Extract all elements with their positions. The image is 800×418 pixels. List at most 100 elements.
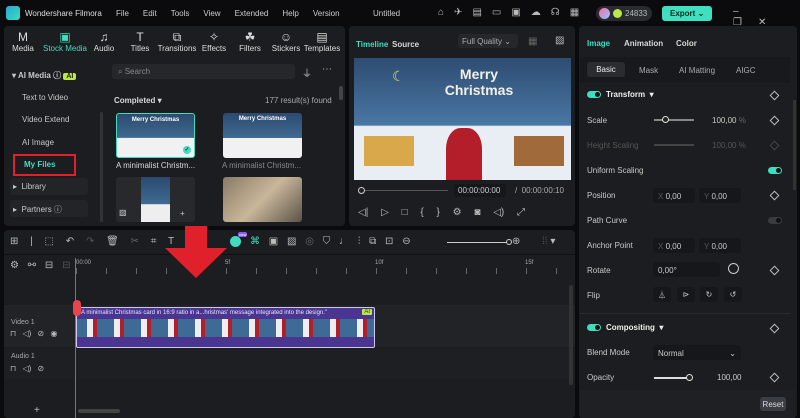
- crop-icon[interactable]: ⌗: [151, 236, 157, 247]
- apps-icon[interactable]: ▦: [570, 7, 589, 18]
- subtab-mask[interactable]: Mask: [639, 66, 658, 75]
- undo-icon[interactable]: ↶: [66, 236, 74, 247]
- position-x-input[interactable]: X 0,00: [653, 188, 695, 203]
- timeline-hscrollbar[interactable]: [78, 409, 120, 413]
- menu-view[interactable]: View: [203, 9, 220, 18]
- cloud-icon[interactable]: ☁: [531, 7, 551, 18]
- filter-icon[interactable]: ⏚: [302, 65, 312, 80]
- tab-animation[interactable]: Animation: [624, 39, 663, 48]
- save-icon[interactable]: ▣: [511, 7, 530, 18]
- camera-icon[interactable]: ◙: [474, 207, 480, 218]
- video-clip[interactable]: A minimalist Christmas card in 16:9 rati…: [76, 307, 375, 348]
- zoom-slider[interactable]: [447, 239, 512, 245]
- cut-icon[interactable]: ✂: [131, 236, 139, 247]
- subtab-aigc[interactable]: AIGC: [736, 66, 756, 75]
- track-settings-icon[interactable]: ⚙: [10, 260, 19, 271]
- tab-filters[interactable]: ☘ Filters: [232, 30, 268, 53]
- mixer-icon[interactable]: ⫶: [358, 236, 361, 247]
- ai-copilot-icon[interactable]: [230, 236, 241, 247]
- tab-templates[interactable]: ▤ Templates: [303, 30, 341, 53]
- blend-mode-dropdown[interactable]: Normal ⌄: [653, 345, 741, 360]
- grid-icon[interactable]: ▦: [528, 36, 537, 47]
- preview-canvas[interactable]: Merry Christmas ☾: [354, 58, 571, 180]
- headset-icon[interactable]: ☊: [551, 7, 570, 18]
- select-icon[interactable]: ⬚: [45, 236, 54, 247]
- sidebar-item-text-to-video[interactable]: Text to Video: [22, 93, 68, 102]
- prev-frame-icon[interactable]: ◁|: [358, 207, 368, 218]
- menu-edit[interactable]: Edit: [143, 9, 157, 18]
- opacity-value[interactable]: 100,00: [717, 373, 741, 382]
- add-track-icon[interactable]: +: [34, 405, 40, 416]
- sidebar-item-ai-image[interactable]: AI Image: [22, 138, 54, 147]
- zoom-in-icon[interactable]: ⊕: [512, 236, 520, 247]
- ai-clip-icon[interactable]: ⌘: [250, 236, 260, 247]
- sidebar-ai-media[interactable]: ▾ AI Media ⓘ AI: [12, 70, 77, 81]
- monitor-icon[interactable]: ▭: [492, 7, 511, 18]
- path-curve-toggle[interactable]: [768, 217, 782, 224]
- sidebar-item-video-extend[interactable]: Video Extend: [22, 115, 69, 124]
- scale-value[interactable]: 100,00 %: [712, 116, 746, 125]
- tab-source-preview[interactable]: Source: [392, 40, 419, 49]
- play-icon[interactable]: ▷: [381, 207, 389, 218]
- transform-section[interactable]: Transform ▾: [606, 90, 654, 99]
- preview-scrubber[interactable]: [358, 187, 448, 194]
- replace-icon[interactable]: ⧉: [369, 236, 376, 247]
- zoom-out-icon[interactable]: ⊖: [402, 236, 410, 247]
- tab-stock-media[interactable]: ▣ Stock Media: [42, 30, 88, 53]
- tab-media[interactable]: M Media: [5, 30, 41, 53]
- subtab-basic[interactable]: Basic: [587, 62, 625, 77]
- menu-file[interactable]: File: [116, 9, 129, 18]
- scale-slider[interactable]: [654, 119, 694, 121]
- menu-version[interactable]: Version: [313, 9, 340, 18]
- playhead[interactable]: [75, 258, 76, 418]
- menu-tools[interactable]: Tools: [171, 9, 190, 18]
- content-scrollbar[interactable]: [339, 86, 343, 100]
- rotate-dial-icon[interactable]: [728, 263, 739, 274]
- sidebar-scrollbar[interactable]: [100, 112, 103, 222]
- credits-badge[interactable]: 24833: [596, 6, 652, 21]
- stop-icon[interactable]: □: [402, 207, 408, 218]
- fullscreen-icon[interactable]: ⤢: [517, 207, 525, 218]
- media-thumbnail-4[interactable]: [223, 177, 302, 222]
- anchor-x-input[interactable]: X 0,00: [653, 238, 695, 253]
- menu-help[interactable]: Help: [282, 9, 298, 18]
- anchor-y-input[interactable]: Y 0,00: [699, 238, 741, 253]
- transform-toggle[interactable]: [587, 91, 601, 98]
- tasks-icon[interactable]: ▤: [472, 7, 491, 18]
- rotate-input[interactable]: 0,00°: [653, 262, 720, 277]
- avatar[interactable]: [599, 8, 610, 19]
- lock-icon[interactable]: ⊓: [10, 364, 16, 373]
- media-thumbnail-2[interactable]: Merry Christmas: [223, 113, 302, 158]
- tab-effects[interactable]: ✧ Effects: [196, 30, 232, 53]
- properties-scrollbar[interactable]: [793, 100, 796, 190]
- eye-icon[interactable]: ◉: [50, 329, 57, 338]
- uniform-scaling-toggle[interactable]: [768, 167, 782, 174]
- sidebar-item-my-files[interactable]: My Files: [13, 154, 76, 176]
- export-button[interactable]: Export ⌄: [662, 6, 712, 21]
- settings-icon[interactable]: ⚙: [453, 207, 462, 218]
- flip-vertical-icon[interactable]: ⊳: [677, 287, 695, 302]
- sidebar-library[interactable]: ▸ Library: [10, 178, 88, 195]
- layout-icon[interactable]: ⊞: [10, 236, 18, 247]
- image-edit-icon[interactable]: ▨: [287, 236, 296, 247]
- mark-in-icon[interactable]: {: [420, 207, 423, 218]
- flip-horizontal-icon[interactable]: ⏃: [653, 287, 671, 302]
- tab-titles[interactable]: T Titles: [122, 30, 158, 53]
- audio-icon[interactable]: ◁): [22, 364, 31, 373]
- timeline-vscrollbar[interactable]: [569, 285, 573, 385]
- sidebar-partners[interactable]: ▸ Partners ⓘ: [10, 200, 88, 217]
- volume-icon[interactable]: ◁): [493, 207, 504, 218]
- tab-timeline-preview[interactable]: Timeline: [356, 40, 388, 49]
- menu-extended[interactable]: Extended: [235, 9, 269, 18]
- tab-stickers[interactable]: ☺ Stickers: [268, 30, 304, 53]
- tab-color[interactable]: Color: [676, 39, 697, 48]
- opacity-slider-knob[interactable]: [686, 374, 693, 381]
- delete-icon[interactable]: 🗑: [106, 236, 119, 247]
- caption-icon[interactable]: ⊟: [45, 260, 53, 271]
- mute-icon[interactable]: ⊘: [38, 329, 45, 338]
- opacity-slider[interactable]: [654, 377, 690, 379]
- subtab-ai-matting[interactable]: AI Matting: [679, 66, 715, 75]
- unlink-icon[interactable]: ⚯: [28, 260, 36, 271]
- media-thumbnail-1[interactable]: Merry Christmas ✓: [116, 113, 195, 158]
- tab-transitions[interactable]: ⧉ Transitions: [157, 30, 197, 53]
